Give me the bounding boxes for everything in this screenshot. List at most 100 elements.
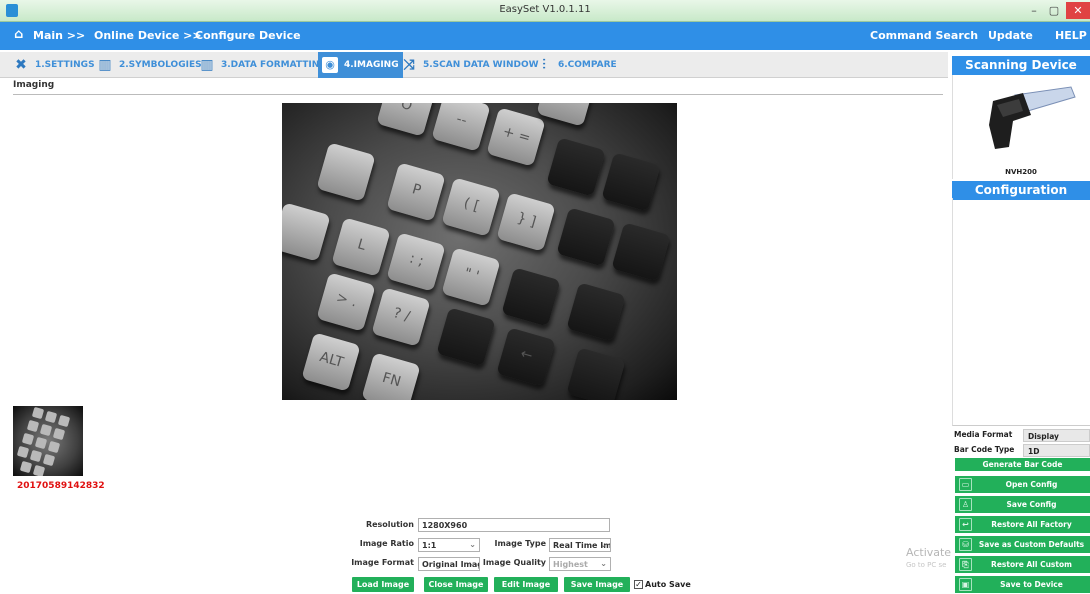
folder-icon: ▭ — [959, 478, 972, 491]
keyboard-key: + = — [486, 107, 546, 167]
activation-watermark-subtext: Go to PC se — [906, 561, 947, 569]
close-image-button[interactable]: Close Image — [424, 577, 488, 592]
camera-icon: ◉ — [322, 57, 338, 73]
tab-imaging[interactable]: ◉ 4.IMAGING — [318, 52, 403, 78]
image-type-label: Image Type — [494, 539, 546, 548]
image-format-select[interactable]: Original Imag ⌄ — [418, 557, 480, 571]
button-label: Save to Device — [1000, 580, 1063, 589]
captured-image: O -- + = P ( [ } ] L : ; " ' > . ? / ← A… — [282, 103, 677, 400]
scanning-device-header: Scanning Device — [952, 56, 1090, 75]
media-format-select[interactable]: Display — [1023, 429, 1090, 442]
generate-bar-code-button[interactable]: Generate Bar Code — [955, 458, 1090, 471]
window-title: EasySet V1.0.1.11 — [499, 4, 591, 15]
wrench-icon: ✖ — [15, 57, 27, 73]
image-quality-value: Highest — [553, 560, 588, 569]
resolution-value: 1280X960 — [422, 521, 468, 530]
update-link[interactable]: Update — [988, 29, 1033, 42]
barcode-icon: ▥ — [98, 57, 112, 73]
sliders-icon: ⫶ — [542, 57, 546, 73]
help-link[interactable]: HELP — [1055, 29, 1087, 42]
tab-settings[interactable]: ✖ 1.SETTINGS — [9, 52, 99, 78]
tab-label: 4.IMAGING — [344, 60, 399, 70]
configuration-history-list[interactable] — [952, 198, 1090, 426]
save-config-button[interactable]: ♙ Save Config — [955, 496, 1090, 513]
button-label: Save as Custom Defaults — [978, 540, 1085, 549]
keyboard-key: : ; — [386, 232, 446, 292]
close-button[interactable]: ✕ — [1066, 2, 1090, 19]
keyboard-key: O — [376, 103, 436, 137]
restore-custom-icon: ⎘ — [959, 558, 972, 571]
tab-scan-data-window[interactable]: ⤨ 5.SCAN DATA WINDOW — [397, 52, 543, 78]
thumbnail-timestamp: 20170589142832 — [17, 481, 105, 491]
save-image-button[interactable]: Save Image — [564, 577, 630, 592]
keyboard-key — [282, 202, 331, 262]
keyboard-key — [566, 347, 626, 400]
nav-main[interactable]: Main >> — [33, 29, 85, 42]
keyboard-key: ? / — [371, 287, 431, 347]
keyboard-key: ( [ — [441, 177, 501, 237]
maximize-button[interactable]: ▢ — [1043, 2, 1065, 19]
keyboard-key — [556, 207, 616, 267]
device-preview — [952, 75, 1090, 179]
save-custom-defaults-button[interactable]: ⛁ Save as Custom Defaults — [955, 536, 1090, 553]
open-config-button[interactable]: ▭ Open Config — [955, 476, 1090, 493]
chevron-down-icon: ⌄ — [469, 540, 476, 549]
restore-factory-defaults-button[interactable]: ↩ Restore All Factory Defaults — [955, 516, 1090, 546]
image-type-select[interactable]: Real Time Ima ⌄ — [549, 538, 611, 552]
tab-label: 3.DATA FORMATTING — [221, 60, 327, 70]
keyboard-key: -- — [431, 103, 491, 152]
keyboard-key: P — [386, 162, 446, 222]
tab-data-formatting[interactable]: ▥ 3.DATA FORMATTING — [195, 52, 331, 78]
keyboard-key: > . — [316, 272, 376, 332]
auto-save-label: Auto Save — [645, 580, 691, 589]
shuffle-icon: ⤨ — [403, 57, 415, 73]
keyboard-key — [546, 137, 606, 197]
restore-custom-defaults-button[interactable]: ⎘ Restore All Custom Defaults — [955, 556, 1090, 586]
image-quality-label: Image Quality — [482, 558, 546, 567]
image-ratio-label: Image Ratio — [359, 539, 414, 548]
image-format-label: Image Format — [351, 558, 414, 567]
navigation-bar: ⌂ Main >> Online Device >> Configure Dev… — [0, 22, 1090, 50]
device-save-icon: ▣ — [959, 578, 972, 591]
window-title-bar: EasySet V1.0.1.11 – ▢ ✕ — [0, 0, 1090, 22]
keyboard-key — [436, 307, 496, 367]
keyboard-key: } ] — [496, 192, 556, 252]
image-ratio-select[interactable]: 1:1 ⌄ — [418, 538, 480, 552]
keyboard-key — [316, 142, 376, 202]
chevron-down-icon: ⌄ — [600, 540, 607, 549]
bar-code-type-select[interactable]: 1D — [1023, 444, 1090, 457]
chevron-down-icon: ⌄ — [600, 559, 607, 568]
tab-label: 6.COMPARE — [558, 60, 617, 70]
keyboard-key — [611, 222, 671, 282]
image-thumbnail[interactable] — [13, 406, 83, 476]
load-image-button[interactable]: Load Image — [352, 577, 414, 592]
section-title: Imaging — [13, 80, 55, 90]
minimize-button[interactable]: – — [1023, 2, 1045, 19]
button-label: Open Config — [1005, 480, 1058, 489]
resolution-label: Resolution — [365, 520, 414, 529]
keyboard-key — [601, 152, 661, 212]
home-icon[interactable]: ⌂ — [14, 27, 23, 42]
device-name: NVH200 — [1005, 168, 1037, 176]
tab-label: 5.SCAN DATA WINDOW — [423, 60, 539, 70]
divider — [13, 94, 943, 95]
nav-online-device[interactable]: Online Device >> — [94, 29, 202, 42]
bar-code-type-label: Bar Code Type — [954, 445, 1015, 454]
chevron-down-icon: ⌄ — [469, 559, 476, 568]
auto-save-checkbox[interactable]: ✓ — [634, 580, 643, 589]
tab-label: 2.SYMBOLOGIES — [119, 60, 202, 70]
user-save-icon: ♙ — [959, 498, 972, 511]
keyboard-key: ALT — [301, 332, 361, 392]
tab-compare[interactable]: ⫶ 6.COMPARE — [532, 52, 621, 78]
nav-configure-device[interactable]: Configure Device — [195, 29, 301, 42]
barcode-format-icon: ▥ — [200, 57, 214, 73]
image-quality-select[interactable]: Highest ⌄ — [549, 557, 611, 571]
keyboard-key: FN — [361, 352, 421, 400]
edit-image-button[interactable]: Edit Image — [494, 577, 558, 592]
button-label: Save Config — [1006, 500, 1057, 509]
command-search-link[interactable]: Command Search — [870, 29, 978, 42]
tab-symbologies[interactable]: ▥ 2.SYMBOLOGIES — [93, 52, 206, 78]
save-to-device-button[interactable]: ▣ Save to Device — [955, 576, 1090, 593]
resolution-field[interactable]: 1280X960 — [418, 518, 610, 532]
barcode-scanner-icon — [989, 86, 1076, 149]
